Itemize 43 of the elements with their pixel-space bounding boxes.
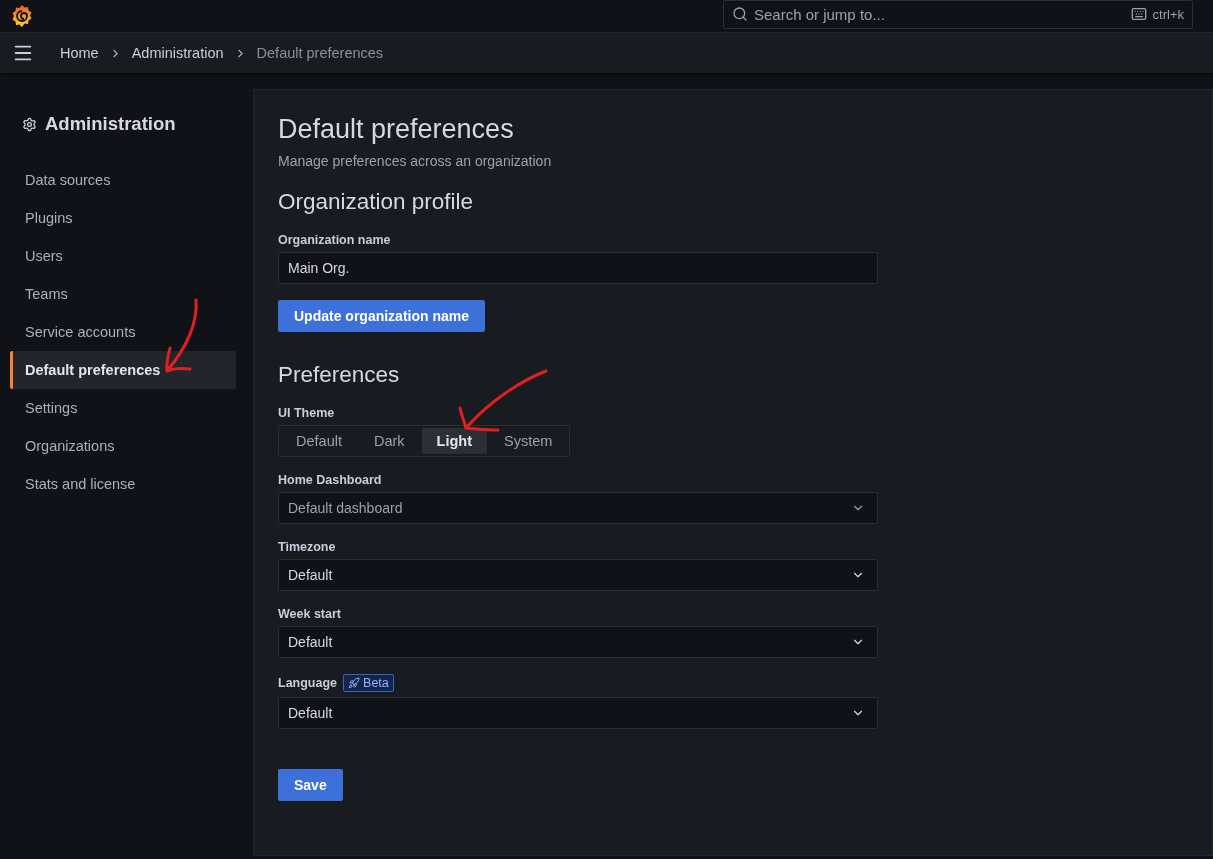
select-field[interactable]: Default dashboard (278, 492, 878, 524)
theme-option[interactable]: System (489, 428, 568, 454)
field-label: Home Dashboard (278, 473, 382, 487)
select-field[interactable]: Default (278, 697, 878, 729)
update-button[interactable]: Update organization name (278, 300, 486, 332)
breadcrumb-link[interactable]: Home (60, 45, 99, 61)
sidebar-item[interactable]: Settings (10, 389, 236, 427)
section-heading: Organization profile (278, 189, 475, 215)
save-button[interactable]: Save (278, 769, 343, 801)
section-heading: Preferences (278, 362, 401, 388)
search-icon (732, 6, 748, 22)
logo-icon[interactable] (10, 4, 34, 28)
field-label: Language (278, 676, 338, 690)
theme-option[interactable]: Dark (358, 428, 420, 454)
rocket-icon (348, 677, 361, 689)
field-label: Organization name (278, 233, 391, 247)
field-label: Timezone (278, 540, 336, 554)
breadcrumb-link[interactable]: Administration (131, 45, 224, 61)
theme-option[interactable]: Default (281, 428, 357, 454)
select-field[interactable]: Default (278, 626, 878, 658)
search-field[interactable]: Search or jump to... ctrl+k (723, 0, 1193, 29)
field-label: UI Theme (278, 406, 335, 420)
sidebar-item[interactable]: Teams (10, 275, 236, 313)
sidebar-item[interactable]: Users (10, 237, 236, 275)
breadcrumb-link[interactable]: Default preferences (256, 45, 384, 61)
input-field[interactable]: Main Org. (278, 252, 878, 284)
field-label: Week start (278, 607, 341, 621)
sidebar-item[interactable]: Stats and license (10, 465, 236, 503)
select-field[interactable]: Default (278, 559, 878, 591)
sidebar-item[interactable]: Organizations (10, 427, 236, 465)
sidebar-item[interactable]: Data sources (10, 161, 236, 199)
theme-option[interactable]: Light (421, 428, 487, 454)
page-subtitle: Manage preferences across an organization (278, 153, 553, 169)
sidebar-title: Administration (45, 113, 176, 135)
beta-badge: Beta (343, 674, 394, 692)
sidebar-item[interactable]: Default preferences (10, 351, 236, 389)
sidebar-item[interactable]: Plugins (10, 199, 236, 237)
shortcut-hint: ctrl+k (1152, 6, 1184, 22)
keyboard-icon (1130, 6, 1147, 22)
search-placeholder: Search or jump to... (754, 5, 886, 23)
settings-icon (22, 116, 37, 132)
page-title: Default preferences (278, 114, 515, 145)
sidebar-item[interactable]: Service accounts (10, 313, 236, 351)
